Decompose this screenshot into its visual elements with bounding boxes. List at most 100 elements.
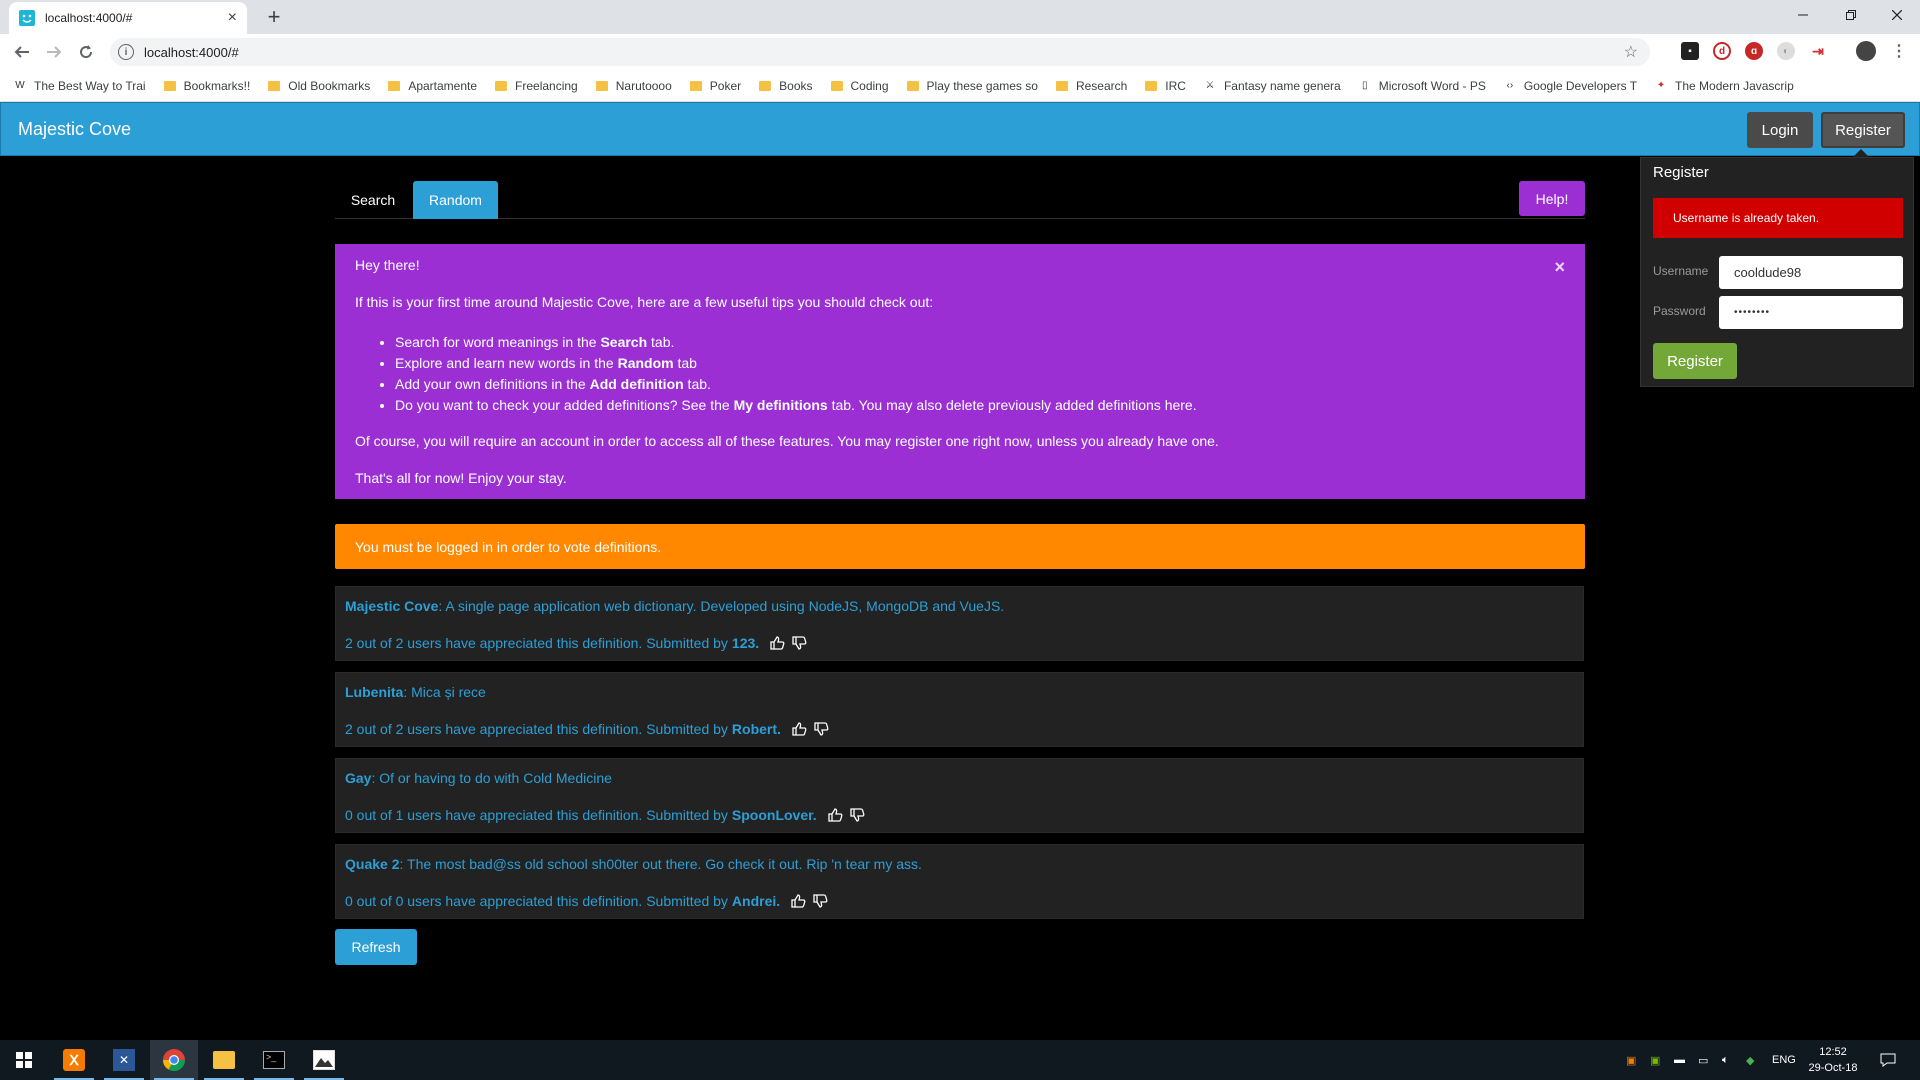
bookmark-item[interactable]: ✦ The Modern Javascrip bbox=[1655, 79, 1794, 93]
bookmark-item[interactable]: IRC bbox=[1145, 79, 1186, 93]
folder-icon bbox=[1055, 80, 1068, 91]
bookmark-item[interactable]: Books bbox=[759, 79, 813, 93]
bookmark-label: Microsoft Word - PS bbox=[1378, 78, 1486, 93]
new-tab-button[interactable]: + bbox=[260, 4, 288, 30]
clock[interactable]: 12:52 29-Oct-18 bbox=[1800, 1044, 1866, 1076]
tab-random[interactable]: Random bbox=[413, 181, 498, 219]
login-button[interactable]: Login bbox=[1747, 112, 1813, 148]
extension-1-icon[interactable]: ▪ bbox=[1681, 42, 1699, 60]
register-button[interactable]: Register bbox=[1821, 112, 1905, 148]
definition-word: Lubenita bbox=[345, 684, 404, 700]
definition-card: Majestic Cove: A single page application… bbox=[335, 586, 1584, 661]
reload-icon[interactable] bbox=[74, 40, 98, 64]
bookmark-item[interactable]: Narutoooo bbox=[595, 79, 672, 93]
bookmark-item[interactable]: Freelancing bbox=[495, 79, 578, 93]
welcome-intro: If this is your first time around Majest… bbox=[355, 294, 934, 310]
terminal-icon[interactable]: >_ bbox=[250, 1040, 298, 1080]
photos-icon[interactable] bbox=[300, 1040, 348, 1080]
welcome-signoff: That's all for now! Enjoy your stay. bbox=[355, 470, 567, 486]
notifications-icon[interactable] bbox=[1880, 1040, 1896, 1080]
brand-title[interactable]: Majestic Cove bbox=[18, 119, 131, 140]
chrome-icon[interactable] bbox=[150, 1040, 198, 1080]
forward-icon[interactable] bbox=[42, 40, 66, 64]
thumbs-up-icon[interactable] bbox=[827, 807, 843, 823]
site-info-icon[interactable]: i bbox=[118, 44, 134, 60]
bookmark-item[interactable]: Old Bookmarks bbox=[268, 79, 370, 93]
folder-icon bbox=[495, 80, 508, 91]
close-window-icon[interactable] bbox=[1874, 0, 1920, 30]
visual-studio-icon[interactable]: ✕ bbox=[100, 1040, 148, 1080]
url-text[interactable]: localhost:4000/# bbox=[144, 45, 1624, 60]
register-submit-button[interactable]: Register bbox=[1653, 343, 1737, 379]
address-bar[interactable]: i localhost:4000/# ☆ bbox=[110, 38, 1650, 66]
tray-xampp-icon[interactable]: ▣ bbox=[1626, 1040, 1636, 1080]
definition-card: Quake 2: The most bad@ss old school sh00… bbox=[335, 844, 1584, 919]
extension-2-icon[interactable]: d bbox=[1713, 42, 1731, 60]
definition-text: Gay: Of or having to do with Cold Medici… bbox=[345, 770, 612, 786]
bookmark-item[interactable]: Coding bbox=[830, 79, 889, 93]
password-label: Password bbox=[1653, 304, 1706, 318]
bookmark-star-icon[interactable]: ☆ bbox=[1624, 42, 1638, 62]
extension-3-icon[interactable]: ɑ bbox=[1745, 42, 1763, 60]
bookmark-item[interactable]: ▯ Microsoft Word - PS bbox=[1359, 79, 1486, 93]
browser-tab[interactable]: localhost:4000/# × bbox=[9, 2, 247, 34]
bookmark-item[interactable]: Bookmarks!! bbox=[163, 78, 251, 93]
welcome-alert: × Hey there! If this is your first time … bbox=[335, 244, 1585, 499]
back-icon[interactable] bbox=[10, 40, 34, 64]
start-icon[interactable] bbox=[0, 1040, 48, 1080]
tips-list: Search for word meanings in the Search t… bbox=[395, 332, 1197, 416]
thumbs-up-icon[interactable] bbox=[769, 635, 785, 651]
tray-network-icon[interactable]: ▭ bbox=[1698, 1040, 1708, 1080]
bookmark-label: The Modern Javascrip bbox=[1675, 78, 1794, 93]
bookmark-item[interactable]: Apartamente bbox=[388, 79, 477, 93]
bookmark-item[interactable]: Poker bbox=[689, 79, 741, 93]
help-button[interactable]: Help! bbox=[1519, 181, 1585, 216]
bookmark-item[interactable]: Play these games so bbox=[906, 79, 1038, 93]
bookmark-label: Fantasy name genera bbox=[1223, 78, 1341, 93]
list-item: Add your own definitions in the Add defi… bbox=[395, 374, 1197, 395]
folder-icon bbox=[830, 80, 843, 91]
folder-icon bbox=[759, 80, 772, 91]
bookmark-item[interactable]: ⚔ Fantasy name genera bbox=[1204, 78, 1341, 93]
register-dropdown: Register Username is already taken. User… bbox=[1640, 157, 1914, 387]
tray-nvidia-icon[interactable]: ▣ bbox=[1650, 1040, 1660, 1080]
extension-5-icon[interactable]: ⇥ bbox=[1809, 42, 1827, 60]
bookmark-item[interactable]: W The Best Way to Trai bbox=[14, 79, 145, 93]
thumbs-down-icon[interactable] bbox=[791, 635, 807, 651]
xampp-icon[interactable]: ꓫ bbox=[50, 1040, 98, 1080]
tray-shield-icon[interactable]: ◆ bbox=[1746, 1040, 1754, 1080]
restore-icon[interactable] bbox=[1828, 0, 1874, 30]
file-explorer-icon[interactable] bbox=[200, 1040, 248, 1080]
close-icon[interactable]: × bbox=[1554, 257, 1565, 278]
profile-avatar-icon[interactable] bbox=[1856, 41, 1876, 61]
page-icon: ▯ bbox=[1361, 80, 1368, 91]
definition-meaning: : The most bad@ss old school sh00ter out… bbox=[399, 856, 922, 872]
browser-tab-strip: localhost:4000/# × + bbox=[0, 0, 1920, 34]
tray-volume-icon[interactable]: 🔈︎ bbox=[1722, 1040, 1729, 1080]
definition-stats: 2 out of 2 users have appreciated this d… bbox=[345, 635, 807, 651]
password-input[interactable]: •••••••• bbox=[1719, 296, 1903, 329]
language-indicator[interactable]: ENG bbox=[1772, 1040, 1796, 1080]
bookmark-item[interactable]: ‹› Google Developers T bbox=[1504, 79, 1638, 93]
appreciation-text: 2 out of 2 users have appreciated this d… bbox=[345, 721, 728, 737]
dragon-icon: ⚔ bbox=[1205, 80, 1215, 91]
username-input[interactable]: cooldude98 bbox=[1719, 256, 1903, 289]
folder-icon bbox=[1145, 80, 1158, 91]
minimize-icon[interactable] bbox=[1780, 0, 1826, 30]
extension-4-icon[interactable]: ◐ bbox=[1777, 42, 1795, 60]
thumbs-down-icon[interactable] bbox=[813, 721, 829, 737]
code-icon: ‹› bbox=[1506, 80, 1514, 91]
definition-text: Quake 2: The most bad@ss old school sh00… bbox=[345, 856, 922, 872]
bookmark-item[interactable]: Research bbox=[1055, 79, 1127, 93]
thumbs-down-icon[interactable] bbox=[849, 807, 865, 823]
tab-close-icon[interactable]: × bbox=[228, 10, 237, 26]
bookmark-label: Bookmarks!! bbox=[183, 78, 251, 93]
tray-drive-icon[interactable]: ▬ bbox=[1674, 1040, 1685, 1080]
browser-menu-icon[interactable]: ⋮ bbox=[1890, 42, 1908, 60]
tab-search[interactable]: Search bbox=[335, 181, 411, 219]
refresh-button[interactable]: Refresh bbox=[335, 929, 417, 965]
thumbs-down-icon[interactable] bbox=[812, 893, 828, 909]
thumbs-up-icon[interactable] bbox=[791, 721, 807, 737]
thumbs-up-icon[interactable] bbox=[790, 893, 806, 909]
definition-meaning: : A single page application web dictiona… bbox=[438, 598, 1005, 614]
